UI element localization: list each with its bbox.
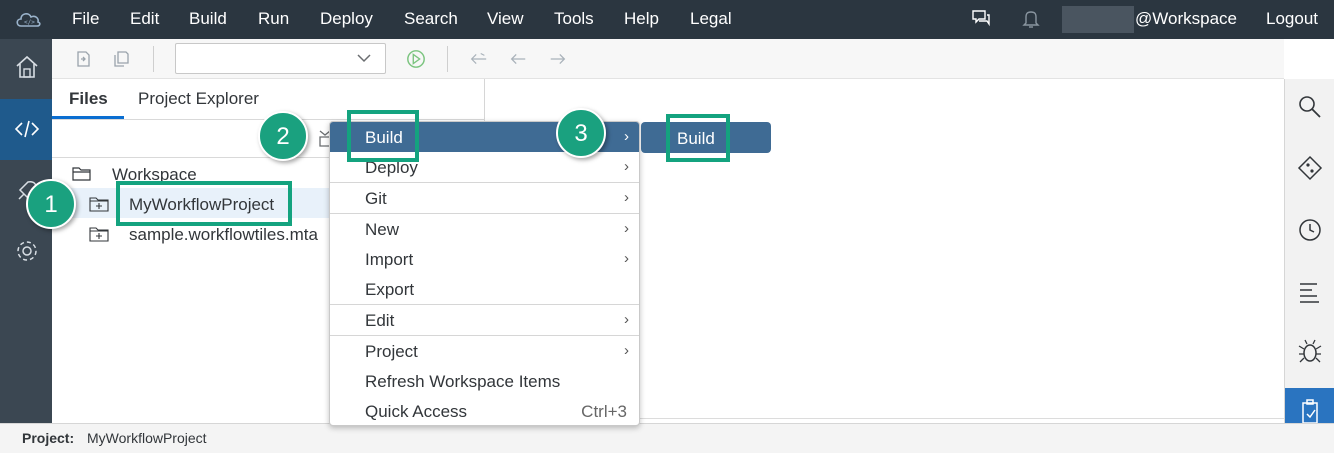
chevron-right-icon: › <box>624 311 629 328</box>
chat-icon[interactable] <box>970 8 992 30</box>
status-project-value: MyWorkflowProject <box>87 430 207 446</box>
notification-bell-icon[interactable] <box>1020 8 1042 30</box>
history-clock-icon[interactable] <box>1297 217 1323 243</box>
tab-project-explorer[interactable]: Project Explorer <box>138 89 259 109</box>
toolbar-separator <box>447 46 448 72</box>
menu-deploy[interactable]: Deploy <box>320 9 373 29</box>
back-arrow-icon[interactable] <box>508 49 528 69</box>
context-menu-item-new[interactable]: New › <box>330 214 639 244</box>
shortcut-hint: Ctrl+3 <box>581 402 627 421</box>
context-menu-item-label: Git <box>365 189 387 208</box>
cloud-logo-icon: </> <box>16 13 41 27</box>
svg-text:</>: </> <box>24 19 35 26</box>
folder-open-icon <box>72 167 91 181</box>
chevron-right-icon: › <box>624 158 629 175</box>
tab-files[interactable]: Files <box>69 89 108 109</box>
context-menu-item-git[interactable]: Git › <box>330 183 639 213</box>
context-menu-item-project[interactable]: Project › <box>330 336 639 366</box>
context-menu-item-label: Import <box>365 250 414 269</box>
menu-view[interactable]: View <box>487 9 524 29</box>
chevron-down-icon <box>357 54 371 63</box>
clipboard-check-icon[interactable] <box>1298 398 1322 423</box>
run-configuration-select[interactable] <box>175 43 386 74</box>
search-icon[interactable] <box>1297 94 1323 120</box>
user-avatar-mask <box>1062 6 1134 33</box>
debugger-bug-icon[interactable] <box>1297 338 1323 364</box>
save-all-icon[interactable] <box>111 49 131 69</box>
menu-search[interactable]: Search <box>404 9 458 29</box>
settings-gear-icon[interactable] <box>14 238 40 264</box>
menubar: </> File Edit Build Run Deploy Search Vi… <box>0 0 1334 39</box>
tree-item-sample-mta[interactable]: sample.workflowtiles.mta <box>129 225 318 245</box>
last-edit-location-icon[interactable] <box>468 49 488 69</box>
context-menu-item-label: Export <box>365 280 415 299</box>
context-menu-item-label: Quick Access <box>365 402 468 421</box>
run-play-icon[interactable] <box>406 49 426 69</box>
highlight-box-project <box>116 181 292 226</box>
code-icon[interactable] <box>14 117 40 141</box>
menu-legal[interactable]: Legal <box>690 9 732 29</box>
logout-link[interactable]: Logout <box>1266 9 1318 29</box>
menu-edit[interactable]: Edit <box>130 9 159 29</box>
chevron-right-icon: › <box>624 220 629 237</box>
left-nav <box>0 39 52 423</box>
context-menu-item-refresh[interactable]: Refresh Workspace Items <box>330 366 639 396</box>
menu-tools[interactable]: Tools <box>554 9 594 29</box>
chevron-right-icon: › <box>624 342 629 359</box>
new-file-icon[interactable] <box>73 49 93 69</box>
menu-help[interactable]: Help <box>624 9 659 29</box>
toolbar-separator <box>153 46 154 72</box>
project-folder-icon[interactable] <box>89 226 109 242</box>
workspace-user[interactable]: @Workspace <box>1135 9 1237 29</box>
step-bubble-1: 1 <box>26 179 76 229</box>
context-menu-item-edit[interactable]: Edit › <box>330 305 639 335</box>
project-folder-icon[interactable] <box>89 196 109 212</box>
status-project-label: Project: <box>22 430 75 446</box>
forward-arrow-icon[interactable] <box>548 49 568 69</box>
menu-build[interactable]: Build <box>189 9 227 29</box>
chevron-right-icon: › <box>624 189 629 206</box>
outline-icon[interactable] <box>1297 279 1323 305</box>
context-menu: Build › Deploy › Git › New › Import › Ex… <box>329 121 640 426</box>
right-sidebar <box>1284 79 1334 423</box>
git-icon[interactable] <box>1297 155 1323 181</box>
menu-file[interactable]: File <box>72 9 99 29</box>
step-bubble-2: 2 <box>258 111 308 161</box>
step-bubble-3: 3 <box>556 108 606 158</box>
context-menu-item-import[interactable]: Import › <box>330 244 639 274</box>
context-menu-item-label: Project <box>365 342 418 361</box>
context-menu-item-export[interactable]: Export <box>330 274 639 304</box>
menu-run[interactable]: Run <box>258 9 289 29</box>
context-menu-item-label: Refresh Workspace Items <box>365 372 561 391</box>
chevron-right-icon: › <box>624 128 629 145</box>
context-menu-item-label: Edit <box>365 311 395 330</box>
highlight-box-submenu-build <box>666 114 730 162</box>
context-menu-item-label: New <box>365 220 400 239</box>
chevron-right-icon: › <box>624 250 629 267</box>
context-menu-item-quick-access[interactable]: Quick Access Ctrl+3 <box>330 396 639 425</box>
highlight-box-build <box>347 110 419 162</box>
home-icon[interactable] <box>14 54 40 80</box>
